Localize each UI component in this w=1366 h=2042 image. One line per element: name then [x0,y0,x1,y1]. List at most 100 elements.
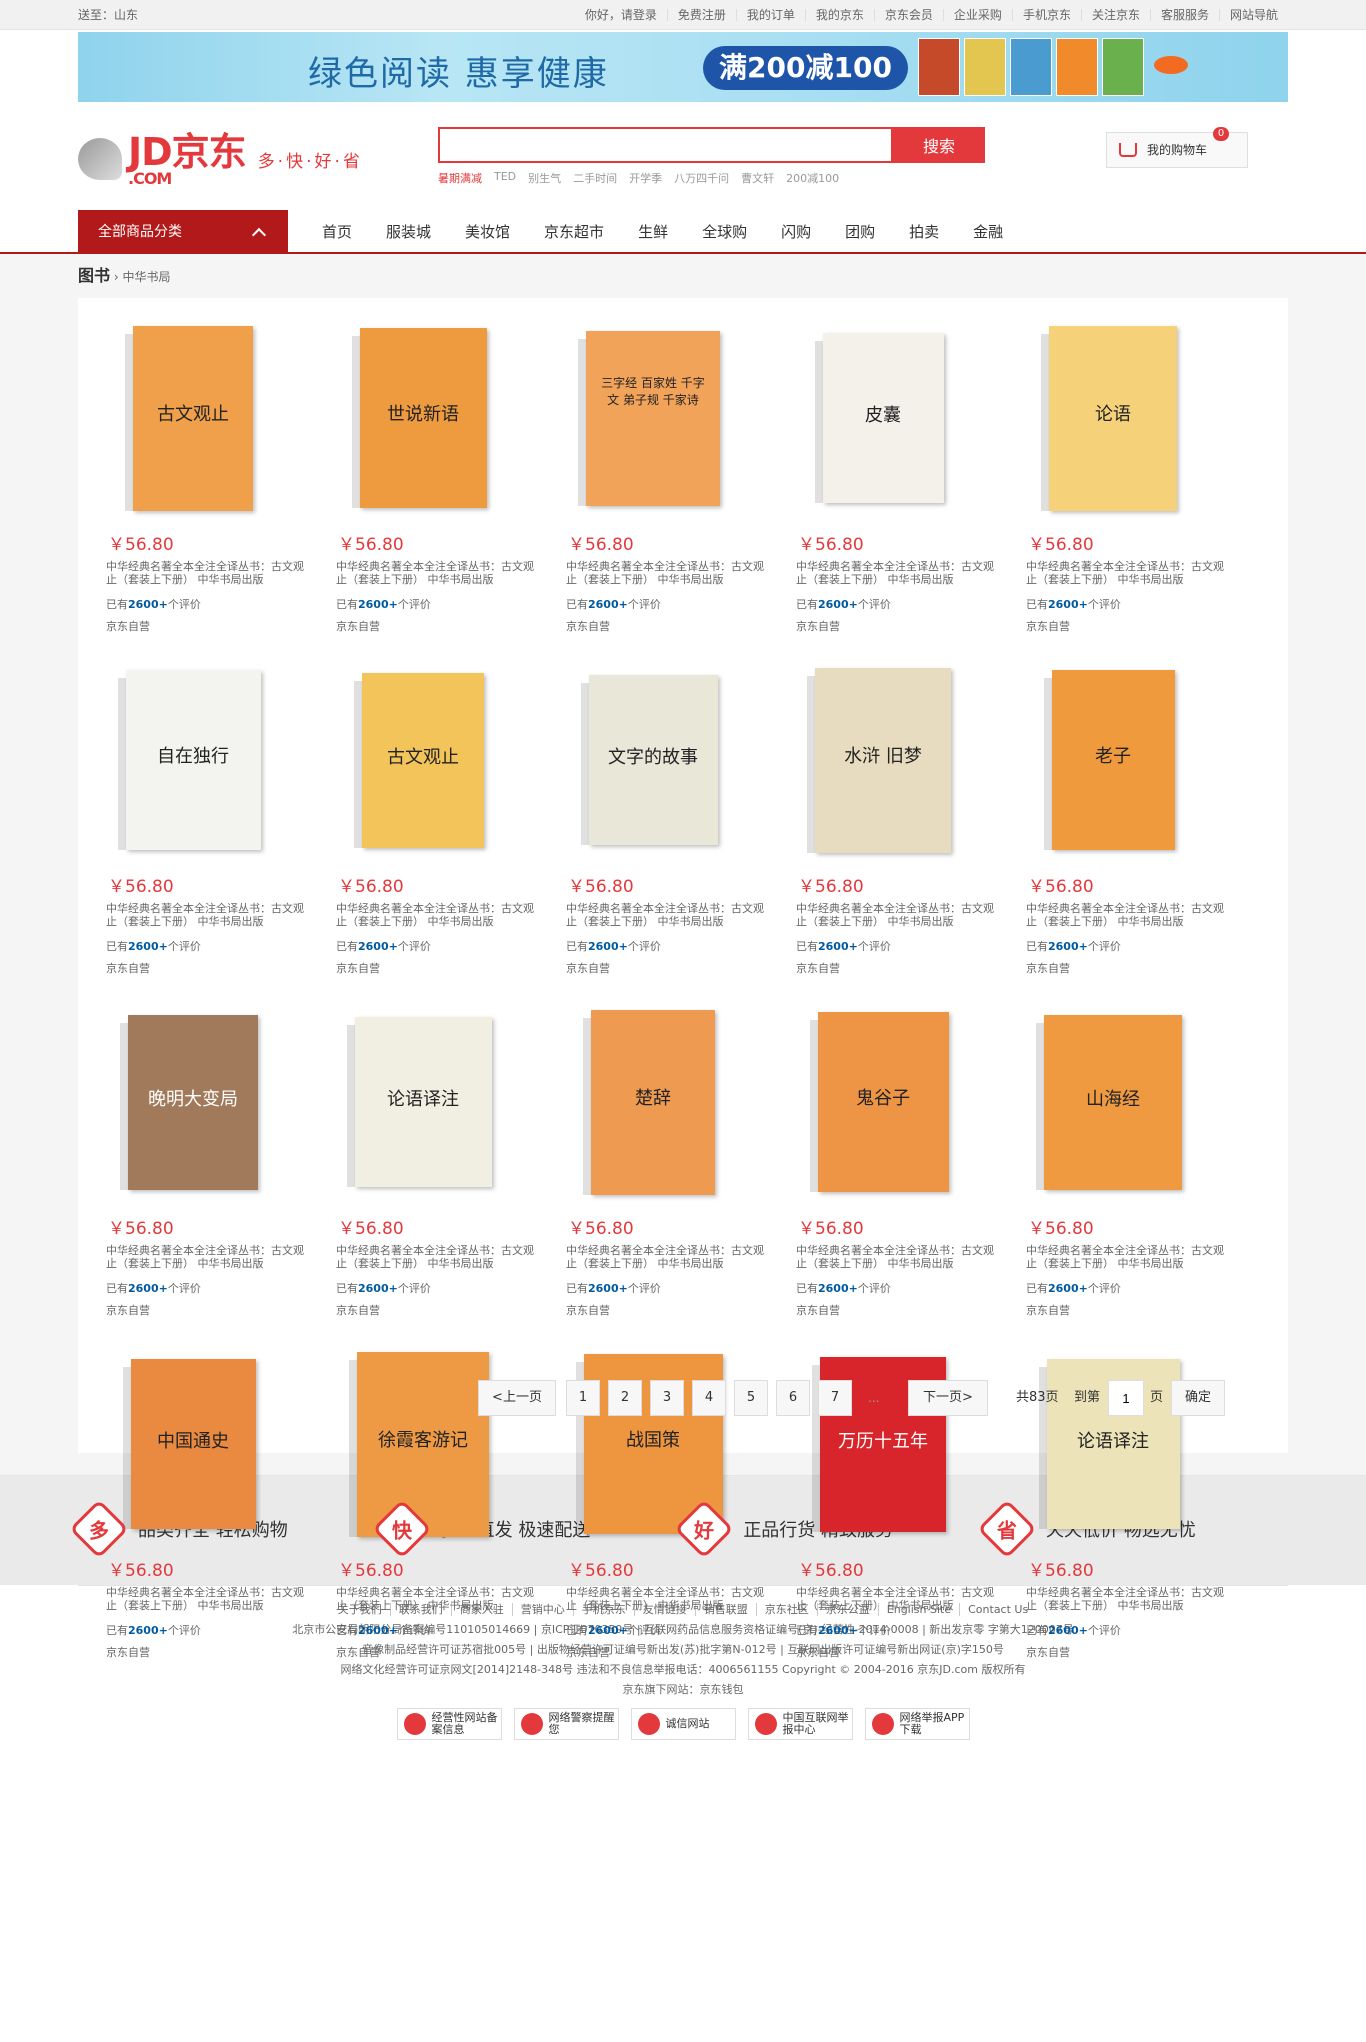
product-name-link[interactable]: 中华经典名著全本全注全译丛书：古文观止（套装上下册） 中华书局出版 [336,1244,536,1270]
product-reviews[interactable]: 已有2600+个评价 [106,938,201,954]
footer-badge[interactable]: 网络举报APP下载 [864,1708,970,1740]
nav-item[interactable]: 美妆馆 [448,210,527,252]
product-reviews[interactable]: 已有2600+个评价 [336,1622,431,1638]
page-jump-input[interactable] [1108,1380,1144,1416]
hot-word-link[interactable]: 开学季 [629,170,662,186]
product-name-link[interactable]: 中华经典名著全本全注全译丛书：古文观止（套装上下册） 中华书局出版 [566,1244,766,1270]
product-name-link[interactable]: 中华经典名著全本全注全译丛书：古文观止（套装上下册） 中华书局出版 [1026,1586,1226,1612]
product-card[interactable]: 晚明大变局 ￥56.80 中华经典名著全本全注全译丛书：古文观止（套装上下册） 中华… [88,1002,304,1322]
jd-logo[interactable]: JD京东 .COM 多·快·好·省 [78,132,363,187]
product-reviews[interactable]: 已有2600+个评价 [336,596,431,612]
hot-word-link[interactable]: 八万四千问 [674,170,729,186]
next-page-button[interactable]: 下一页> [908,1380,988,1416]
product-reviews[interactable]: 已有2600+个评价 [796,1280,891,1296]
book-cover-image[interactable]: 世说新语 [328,318,518,518]
product-reviews[interactable]: 已有2600+个评价 [336,1280,431,1296]
hot-word-link[interactable]: 曹文轩 [741,170,774,186]
book-cover-image[interactable]: 论语译注 [1018,1344,1208,1544]
confirm-page-button[interactable]: 确定 [1171,1380,1225,1416]
footer-badge[interactable]: 网络警察提醒您 [513,1708,619,1740]
product-reviews[interactable]: 已有2600+个评价 [336,938,431,954]
product-reviews[interactable]: 已有2600+个评价 [796,596,891,612]
product-card[interactable]: 古文观止 ￥56.80 中华经典名著全本全注全译丛书：古文观止（套装上下册） 中华书… [318,660,534,980]
book-cover-image[interactable]: 鬼谷子 [788,1002,978,1202]
product-name-link[interactable]: 中华经典名著全本全注全译丛书：古文观止（套装上下册） 中华书局出版 [336,902,536,928]
top-link[interactable]: 关注京东 [1080,9,1150,21]
product-reviews[interactable]: 已有2600+个评价 [566,938,661,954]
hot-word-link[interactable]: 二手时间 [573,170,617,186]
product-name-link[interactable]: 中华经典名著全本全注全译丛书：古文观止（套装上下册） 中华书局出版 [796,1244,996,1270]
book-cover-image[interactable]: 老子 [1018,660,1208,860]
search-input[interactable] [438,127,893,163]
product-reviews[interactable]: 已有2600+个评价 [566,596,661,612]
nav-item[interactable]: 团购 [828,210,892,252]
product-reviews[interactable]: 已有2600+个评价 [1026,596,1121,612]
nav-item[interactable]: 全球购 [685,210,764,252]
book-cover-image[interactable]: 文字的故事 [558,660,748,860]
book-cover-image[interactable]: 论语译注 [328,1002,518,1202]
product-name-link[interactable]: 中华经典名著全本全注全译丛书：古文观止（套装上下册） 中华书局出版 [566,902,766,928]
book-cover-image[interactable]: 皮囊 [788,318,978,518]
book-cover-image[interactable]: 古文观止 [98,318,288,518]
hot-word-link[interactable]: 200减100 [786,170,839,186]
product-name-link[interactable]: 中华经典名著全本全注全译丛书：古文观止（套装上下册） 中华书局出版 [1026,1244,1226,1270]
prev-page-button[interactable]: <上一页 [478,1380,556,1416]
page-number-button[interactable]: 1 [566,1380,600,1416]
product-name-link[interactable]: 中华经典名著全本全注全译丛书：古文观止（套装上下册） 中华书局出版 [1026,560,1226,586]
footer-badge[interactable]: 诚信网站 [630,1708,736,1740]
hot-word-link[interactable]: 别生气 [528,170,561,186]
product-card[interactable]: 楚辞 ￥56.80 中华经典名著全本全注全译丛书：古文观止（套装上下册） 中华书局出… [548,1002,764,1322]
product-name-link[interactable]: 中华经典名著全本全注全译丛书：古文观止（套装上下册） 中华书局出版 [796,902,996,928]
product-name-link[interactable]: 中华经典名著全本全注全译丛书：古文观止（套装上下册） 中华书局出版 [106,1244,306,1270]
product-reviews[interactable]: 已有2600+个评价 [106,596,201,612]
page-number-button[interactable]: 4 [692,1380,726,1416]
footer-badge[interactable]: 中国互联网举报中心 [747,1708,853,1740]
promo-banner[interactable]: 绿色阅读 惠享健康 满200减100 [78,32,1288,102]
search-button[interactable]: 搜索 [893,127,985,163]
page-number-button[interactable]: 2 [608,1380,642,1416]
product-name-link[interactable]: 中华经典名著全本全注全译丛书：古文观止（套装上下册） 中华书局出版 [566,560,766,586]
product-name-link[interactable]: 中华经典名著全本全注全译丛书：古文观止（套装上下册） 中华书局出版 [106,560,306,586]
page-number-button[interactable]: 6 [776,1380,810,1416]
footer-badge[interactable]: 经营性网站备案信息 [396,1708,502,1740]
top-link[interactable]: 手机京东 [1011,9,1081,21]
product-card[interactable]: 皮囊 ￥56.80 中华经典名著全本全注全译丛书：古文观止（套装上下册） 中华书局出… [778,318,994,638]
product-name-link[interactable]: 中华经典名著全本全注全译丛书：古文观止（套装上下册） 中华书局出版 [796,1586,996,1612]
product-reviews[interactable]: 已有2600+个评价 [796,1622,891,1638]
delivery-location[interactable]: 送至：山东 [78,0,138,30]
product-name-link[interactable]: 中华经典名著全本全注全译丛书：古文观止（套装上下册） 中华书局出版 [566,1586,766,1612]
product-card[interactable]: 古文观止 ￥56.80 中华经典名著全本全注全译丛书：古文观止（套装上下册） 中华书… [88,318,304,638]
product-card[interactable]: 世说新语 ￥56.80 中华经典名著全本全注全译丛书：古文观止（套装上下册） 中华书… [318,318,534,638]
product-card[interactable]: 论语译注 ￥56.80 中华经典名著全本全注全译丛书：古文观止（套装上下册） 中华书… [318,1002,534,1322]
product-card[interactable]: 自在独行 ￥56.80 中华经典名著全本全注全译丛书：古文观止（套装上下册） 中华书… [88,660,304,980]
all-categories-button[interactable]: 全部商品分类 [78,210,288,254]
product-card[interactable]: 三字经 百家姓 千字文 弟子规 千家诗 ￥56.80 中华经典名著全本全注全译丛书：… [548,318,764,638]
hot-word-link[interactable]: 暑期满减 [438,170,482,186]
book-cover-image[interactable]: 三字经 百家姓 千字文 弟子规 千家诗 [558,318,748,518]
product-reviews[interactable]: 已有2600+个评价 [1026,1280,1121,1296]
product-card[interactable]: 文字的故事 ￥56.80 中华经典名著全本全注全译丛书：古文观止（套装上下册） 中华… [548,660,764,980]
top-link[interactable]: 我的京东 [804,9,874,21]
product-card[interactable]: 水浒 旧梦 ￥56.80 中华经典名著全本全注全译丛书：古文观止（套装上下册） 中华… [778,660,994,980]
top-link[interactable]: 京东会员 [873,9,943,21]
nav-item[interactable]: 服装城 [369,210,448,252]
hot-word-link[interactable]: TED [494,170,516,186]
page-number-button[interactable]: 5 [734,1380,768,1416]
product-name-link[interactable]: 中华经典名著全本全注全译丛书：古文观止（套装上下册） 中华书局出版 [1026,902,1226,928]
nav-item[interactable]: 京东超市 [527,210,621,252]
product-name-link[interactable]: 中华经典名著全本全注全译丛书：古文观止（套装上下册） 中华书局出版 [106,902,306,928]
book-cover-image[interactable]: 徐霞客游记 [328,1344,518,1544]
nav-item[interactable]: 首页 [305,210,369,252]
nav-item[interactable]: 闪购 [764,210,828,252]
product-name-link[interactable]: 中华经典名著全本全注全译丛书：古文观止（套装上下册） 中华书局出版 [796,560,996,586]
product-card[interactable]: 论语 ￥56.80 中华经典名著全本全注全译丛书：古文观止（套装上下册） 中华书局出… [1008,318,1224,638]
top-link[interactable]: 企业采购 [942,9,1012,21]
nav-item[interactable]: 拍卖 [892,210,956,252]
page-number-button[interactable]: 7 [818,1380,852,1416]
product-reviews[interactable]: 已有2600+个评价 [566,1280,661,1296]
book-cover-image[interactable]: 晚明大变局 [98,1002,288,1202]
product-reviews[interactable]: 已有2600+个评价 [106,1622,201,1638]
product-reviews[interactable]: 已有2600+个评价 [106,1280,201,1296]
breadcrumb-root[interactable]: 图书 [78,266,110,285]
product-name-link[interactable]: 中华经典名著全本全注全译丛书：古文观止（套装上下册） 中华书局出版 [336,1586,536,1612]
